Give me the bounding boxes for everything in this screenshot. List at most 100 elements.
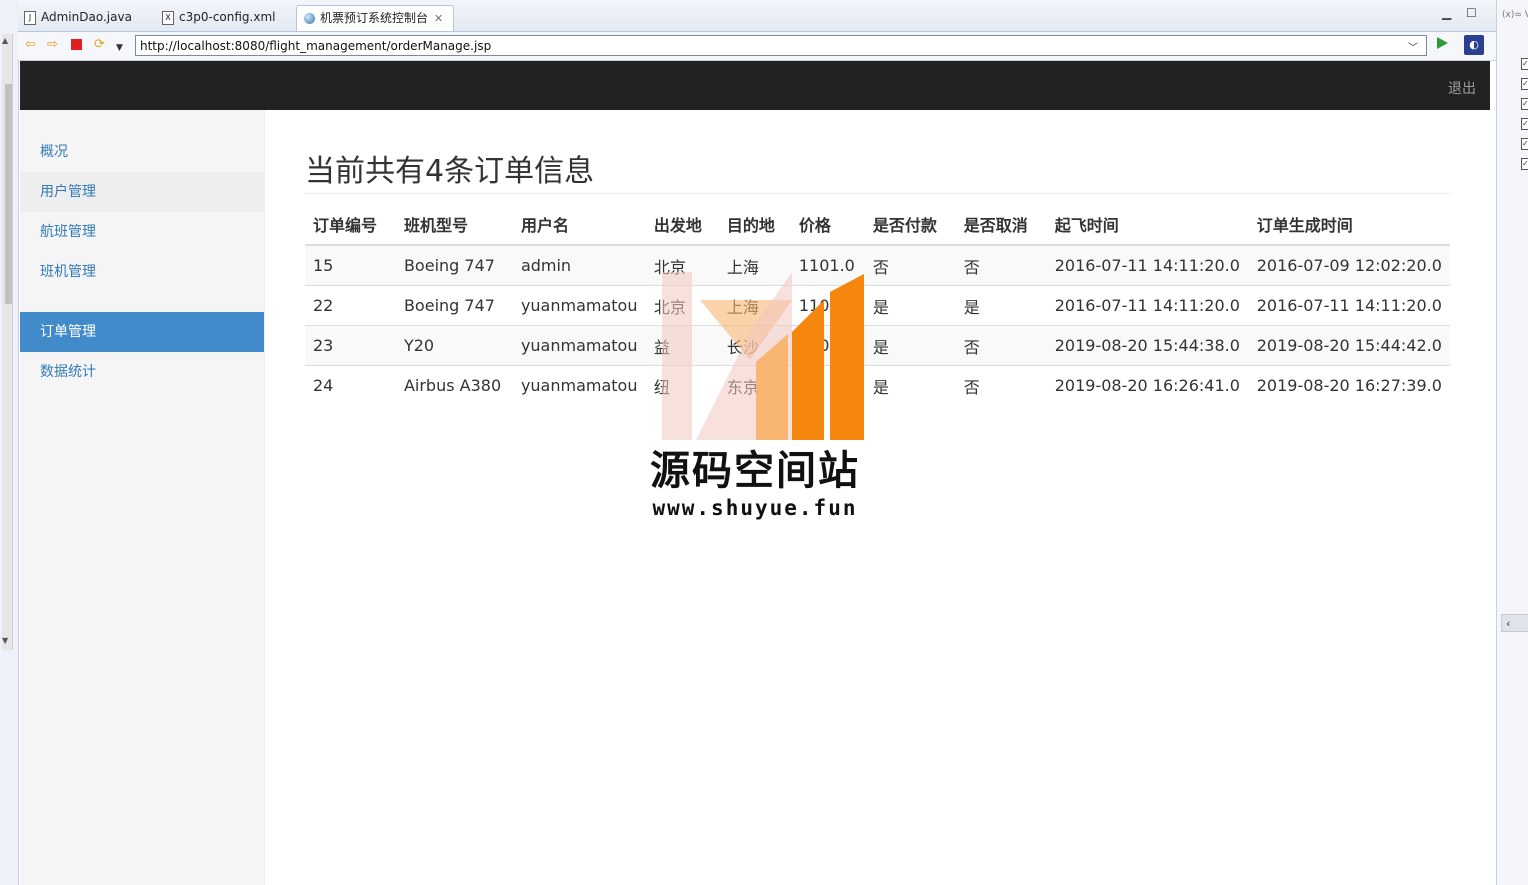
cell-paid: 是 [864, 325, 956, 366]
tab-console[interactable]: 机票预订系统控制台 ✕ [296, 5, 454, 31]
go-icon[interactable] [1437, 37, 1448, 49]
scroll-down-icon[interactable]: ▼ [2, 636, 8, 645]
column-header-origin: 出发地 [645, 204, 719, 246]
sidebar-item-statistics[interactable]: 数据统计 [20, 352, 264, 392]
cell-origin: 北京 [645, 285, 719, 326]
cell-origin: 纽 [645, 365, 719, 405]
cell-departure-time: 2016-07-11 14:11:20.0 [1046, 244, 1249, 286]
url-input[interactable] [135, 35, 1427, 56]
checkbox-icon[interactable]: ✓ [1521, 138, 1528, 150]
column-header-paid: 是否付款 [864, 204, 956, 246]
cell-destination: 上海 [718, 285, 791, 326]
sidebar-item-user-management[interactable]: 用户管理 [20, 172, 264, 212]
editor-tab-bar: J AdminDao.java Xc3p0-config.xml 机票预订系统控制… [18, 0, 1496, 32]
cell-order-id: 22 [305, 285, 396, 326]
globe-icon [304, 13, 315, 24]
checkbox-icon[interactable]: ✓ [1521, 78, 1528, 90]
column-header-username: 用户名 [512, 204, 646, 246]
tab-c3p0-config[interactable]: Xc3p0-config.xml [162, 5, 275, 31]
sidebar-item-aircraft-management[interactable]: 班机管理 [20, 252, 264, 292]
cell-paid: 是 [864, 285, 956, 326]
stop-icon[interactable] [71, 39, 82, 50]
java-file-icon: J [24, 10, 36, 25]
cell-departure-time: 2019-08-20 15:44:38.0 [1046, 325, 1249, 366]
minimize-icon[interactable]: ▁ [1442, 6, 1451, 20]
chevron-left-icon[interactable]: ‹ [1501, 614, 1528, 632]
refresh-dropdown-icon[interactable]: ▼ [116, 41, 123, 55]
cell-username: yuanmamatou [512, 365, 646, 405]
cell-created-time: 2019-08-20 15:44:42.0 [1248, 325, 1450, 366]
cell-aircraft-model: Boeing 747 [395, 285, 513, 326]
cell-price: 1101.0 [790, 244, 865, 286]
cell-created-time: 2019-08-20 16:27:39.0 [1248, 365, 1450, 405]
cell-price: 00 [790, 365, 865, 405]
column-header-aircraft-model: 班机型号 [395, 204, 513, 246]
cell-username: admin [512, 244, 646, 286]
column-header-destination: 目的地 [718, 204, 791, 246]
ide-right-panel: (x)= V ✓ ✓ ✓ ✓ ✓ ✓ ‹ [1496, 0, 1528, 885]
cell-aircraft-model: Boeing 747 [395, 244, 513, 286]
cell-created-time: 2016-07-11 14:11:20.0 [1248, 285, 1450, 326]
cell-cancelled: 否 [955, 244, 1047, 286]
checkbox-icon[interactable]: ✓ [1521, 58, 1528, 70]
cell-destination: 长沙 [718, 325, 791, 366]
cell-cancelled: 否 [955, 325, 1047, 366]
tab-label: AdminDao.java [41, 10, 132, 24]
sidebar-item-flight-management[interactable]: 航班管理 [20, 212, 264, 252]
table-row: 23 Y20 yuanmamatou 益 长沙 200.0 是 否 2019-0… [305, 325, 1450, 366]
top-navbar: 退出 [20, 61, 1490, 110]
cell-order-id: 15 [305, 244, 396, 286]
maximize-icon[interactable]: ☐ [1466, 6, 1477, 20]
cell-created-time: 2016-07-09 12:02:20.0 [1248, 244, 1450, 286]
sidebar-item-overview[interactable]: 概况 [20, 132, 264, 172]
cell-paid: 否 [864, 244, 956, 286]
scroll-up-icon[interactable]: ▲ [2, 36, 8, 45]
tab-admindao[interactable]: J AdminDao.java [24, 5, 132, 31]
table-header-row: 订单编号 班机型号 用户名 出发地 目的地 价格 是否付款 是否取消 起飞时间 … [305, 204, 1450, 246]
cell-departure-time: 2016-07-11 14:11:20.0 [1046, 285, 1249, 326]
cell-aircraft-model: Y20 [395, 325, 513, 366]
browser-toolbar: ⇦ ⇨ ⟳ ▼ ﹀ ◐ [18, 32, 1496, 61]
back-icon[interactable]: ⇦ [25, 38, 36, 52]
column-header-order-id: 订单编号 [305, 204, 396, 246]
cell-paid: 是 [864, 365, 956, 405]
column-header-created-time: 订单生成时间 [1248, 204, 1450, 246]
table-row: 22 Boeing 747 yuanmamatou 北京 上海 1101.0 是… [305, 285, 1450, 326]
cell-price: 200.0 [790, 325, 865, 366]
cell-price: 1101.0 [790, 285, 865, 326]
cell-departure-time: 2019-08-20 16:26:41.0 [1046, 365, 1249, 405]
xml-file-icon: X [162, 10, 174, 25]
open-external-browser-icon[interactable]: ◐ [1464, 35, 1484, 55]
tab-label: c3p0-config.xml [179, 10, 276, 24]
forward-icon[interactable]: ⇨ [47, 38, 58, 52]
orders-table: 订单编号 班机型号 用户名 出发地 目的地 价格 是否付款 是否取消 起飞时间 … [305, 204, 1450, 405]
table-row: 15 Boeing 747 admin 北京 上海 1101.0 否 否 201… [305, 244, 1450, 286]
tab-label: 机票预订系统控制台 [320, 11, 429, 25]
url-dropdown-icon[interactable]: ﹀ [1408, 39, 1418, 54]
column-header-cancelled: 是否取消 [955, 204, 1047, 246]
left-scrollbar-thumb[interactable] [5, 84, 12, 304]
cell-origin: 益 [645, 325, 719, 366]
cell-destination: 上海 [718, 244, 791, 286]
page-title: 当前共有4条订单信息 [305, 154, 595, 189]
checkbox-icon[interactable]: ✓ [1521, 118, 1528, 130]
cell-order-id: 23 [305, 325, 396, 366]
checkbox-icon[interactable]: ✓ [1521, 158, 1528, 170]
close-tab-icon[interactable]: ✕ [434, 12, 443, 25]
table-row: 24 Airbus A380 yuanmamatou 纽 东京 00 是 否 2… [305, 365, 1450, 405]
sidebar-item-order-management[interactable]: 订单管理 [20, 312, 264, 352]
cell-order-id: 24 [305, 365, 396, 405]
checkbox-icon[interactable]: ✓ [1521, 98, 1528, 110]
logout-link[interactable]: 退出 [1448, 78, 1476, 98]
cell-cancelled: 是 [955, 285, 1047, 326]
column-header-price: 价格 [790, 204, 865, 246]
left-scrollbar[interactable] [2, 34, 13, 650]
cell-aircraft-model: Airbus A380 [395, 365, 513, 405]
refresh-icon[interactable]: ⟳ [94, 38, 105, 52]
sidebar: 概况 用户管理 航班管理 班机管理 订单管理 数据统计 [20, 110, 265, 885]
cell-origin: 北京 [645, 244, 719, 286]
ide-left-gutter: ▲ ▼ [0, 0, 19, 885]
title-divider [305, 193, 1450, 194]
cell-username: yuanmamatou [512, 325, 646, 366]
cell-cancelled: 否 [955, 365, 1047, 405]
